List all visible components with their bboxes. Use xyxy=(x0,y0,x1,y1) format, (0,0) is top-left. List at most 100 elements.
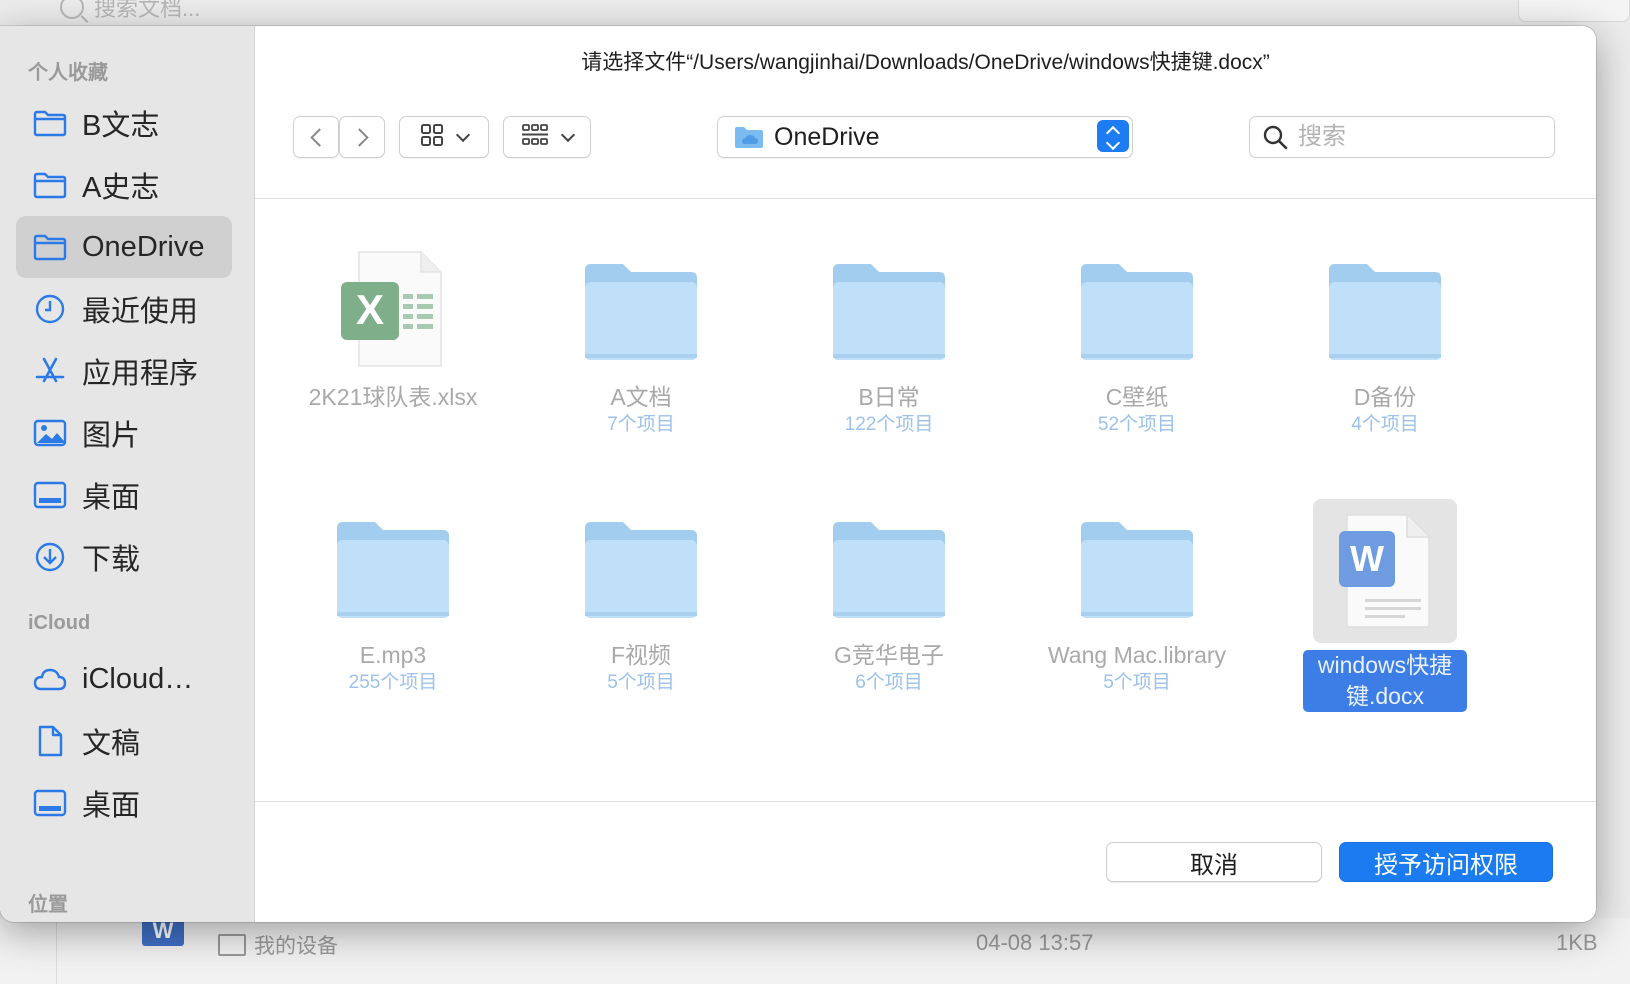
sidebar-item-recents[interactable]: 最近使用 xyxy=(16,278,232,340)
file-count: 122个项目 xyxy=(844,414,934,435)
chevron-right-icon xyxy=(349,127,369,147)
sidebar-item-label: 最近使用 xyxy=(82,296,199,328)
sidebar-item-downloads[interactable]: 下载 xyxy=(16,526,232,588)
word-file-icon: W xyxy=(1265,498,1505,644)
sidebar-item-pictures[interactable]: 图片 xyxy=(16,402,232,464)
folder-icon xyxy=(521,240,761,380)
sidebar-item-b-wenzhi[interactable]: B文志 xyxy=(16,92,232,154)
download-icon xyxy=(32,539,68,575)
sidebar-item-label: B文志 xyxy=(82,110,160,142)
desktop-icon xyxy=(32,785,68,821)
search-icon xyxy=(60,0,84,19)
excel-file-icon: X xyxy=(273,240,513,380)
sidebar-item-icloud-drive[interactable]: iCloud… xyxy=(16,648,232,710)
file-name: F视频 xyxy=(610,642,672,668)
folder-icon xyxy=(769,498,1009,638)
folder-icon xyxy=(1265,240,1505,380)
file-item-folder[interactable]: G竞华电子 6个项目 xyxy=(769,498,1009,696)
chevron-down-icon xyxy=(1105,135,1121,151)
view-mode-button[interactable] xyxy=(399,116,489,158)
locations-header: 位置 xyxy=(28,894,68,916)
favorites-header: 个人收藏 xyxy=(28,62,108,84)
sidebar: 个人收藏 B文志 A史志 OneDrive 最近使用 应用程序 图片 桌面 下载… xyxy=(0,26,255,922)
group-grid-icon xyxy=(521,123,549,152)
file-item-excel[interactable]: X 2K21球队表.xlsx xyxy=(273,240,513,412)
file-item-folder[interactable]: D备份 4个项目 xyxy=(1265,240,1505,438)
sidebar-item-applications[interactable]: 应用程序 xyxy=(16,340,232,402)
file-item-folder[interactable]: C壁纸 52个项目 xyxy=(1017,240,1257,438)
svg-text:X: X xyxy=(356,286,384,333)
cloud-icon xyxy=(32,661,68,697)
file-item-word-selected[interactable]: W windows快捷键.docx xyxy=(1265,498,1505,712)
file-name: D备份 xyxy=(1353,384,1417,410)
file-open-dialog: 个人收藏 B文志 A史志 OneDrive 最近使用 应用程序 图片 桌面 下载… xyxy=(0,26,1596,922)
sidebar-item-label: 下载 xyxy=(82,544,141,576)
desktop-icon xyxy=(32,477,68,513)
group-by-button[interactable] xyxy=(503,116,591,158)
sidebar-item-icloud-desktop[interactable]: 桌面 xyxy=(16,772,232,834)
forward-button[interactable] xyxy=(339,116,385,158)
file-item-folder[interactable]: E.mp3 255个项目 xyxy=(273,498,513,696)
location-stepper[interactable] xyxy=(1097,120,1129,152)
dialog-title: 请选择文件“/Users/wangjinhai/Downloads/OneDri… xyxy=(581,51,1270,74)
background-search-placeholder: 搜索文档... xyxy=(94,0,201,21)
file-count: 7个项目 xyxy=(607,414,675,435)
onedrive-folder-icon xyxy=(734,125,764,149)
file-count: 52个项目 xyxy=(1097,414,1177,435)
sidebar-item-documents[interactable]: 文稿 xyxy=(16,710,232,772)
file-item-folder[interactable]: A文档 7个项目 xyxy=(521,240,761,438)
background-date: 04-08 13:57 xyxy=(976,930,1094,955)
folder-icon xyxy=(273,498,513,638)
folder-icon xyxy=(521,498,761,638)
device-text: 我的设备 xyxy=(254,935,338,958)
folder-icon xyxy=(32,229,68,265)
location-label: OneDrive xyxy=(774,122,880,151)
file-name: C壁纸 xyxy=(1105,384,1169,410)
icloud-header: iCloud xyxy=(28,612,91,634)
file-item-folder[interactable]: B日常 122个项目 xyxy=(769,240,1009,438)
sidebar-item-onedrive[interactable]: OneDrive xyxy=(16,216,232,278)
file-count: 6个项目 xyxy=(855,672,923,693)
sidebar-item-a-shizhi[interactable]: A史志 xyxy=(16,154,232,216)
folder-icon xyxy=(32,167,68,203)
file-name: B日常 xyxy=(858,384,920,410)
location-popup[interactable]: OneDrive xyxy=(717,116,1133,158)
file-count: 5个项目 xyxy=(607,672,675,693)
grant-access-button[interactable]: 授予访问权限 xyxy=(1339,842,1553,882)
background-search-field: 搜索文档... xyxy=(60,0,1500,21)
cancel-button[interactable]: 取消 xyxy=(1106,842,1322,882)
search-input[interactable] xyxy=(1296,122,1540,152)
search-box[interactable] xyxy=(1249,116,1555,158)
file-item-folder[interactable]: F视频 5个项目 xyxy=(521,498,761,696)
sidebar-item-label: 文稿 xyxy=(82,728,141,760)
device-icon xyxy=(218,934,246,956)
chevron-down-icon xyxy=(455,127,471,143)
clock-icon xyxy=(32,291,68,327)
back-button[interactable] xyxy=(293,116,339,158)
sidebar-item-label: 桌面 xyxy=(82,482,141,514)
sidebar-item-label: iCloud… xyxy=(82,662,194,695)
file-name: A文档 xyxy=(610,384,672,410)
file-browser: 请选择文件“/Users/wangjinhai/Downloads/OneDri… xyxy=(255,26,1596,922)
sidebar-item-desktop[interactable]: 桌面 xyxy=(16,464,232,526)
toolbar-divider xyxy=(255,198,1596,199)
file-count: 4个项目 xyxy=(1351,414,1419,435)
grid-icon xyxy=(420,123,444,152)
chevron-left-icon xyxy=(309,127,329,147)
file-count: 255个项目 xyxy=(348,672,438,693)
background-toolbar-button xyxy=(1518,0,1630,22)
apps-icon xyxy=(32,353,68,389)
svg-text:W: W xyxy=(1350,538,1384,579)
background-divider xyxy=(56,918,57,984)
file-item-folder[interactable]: Wang Mac.library 5个项目 xyxy=(1017,498,1257,696)
file-name: 2K21球队表.xlsx xyxy=(308,384,478,410)
chevron-down-icon xyxy=(560,127,576,143)
search-icon xyxy=(1262,124,1288,150)
word-file-icon: W xyxy=(142,918,184,946)
file-count: 5个项目 xyxy=(1103,672,1171,693)
background-device-label: 我的设备 xyxy=(218,930,338,960)
photo-icon xyxy=(32,415,68,451)
folder-icon xyxy=(1017,498,1257,638)
document-icon xyxy=(32,723,68,759)
selection-highlight: W xyxy=(1313,499,1457,643)
